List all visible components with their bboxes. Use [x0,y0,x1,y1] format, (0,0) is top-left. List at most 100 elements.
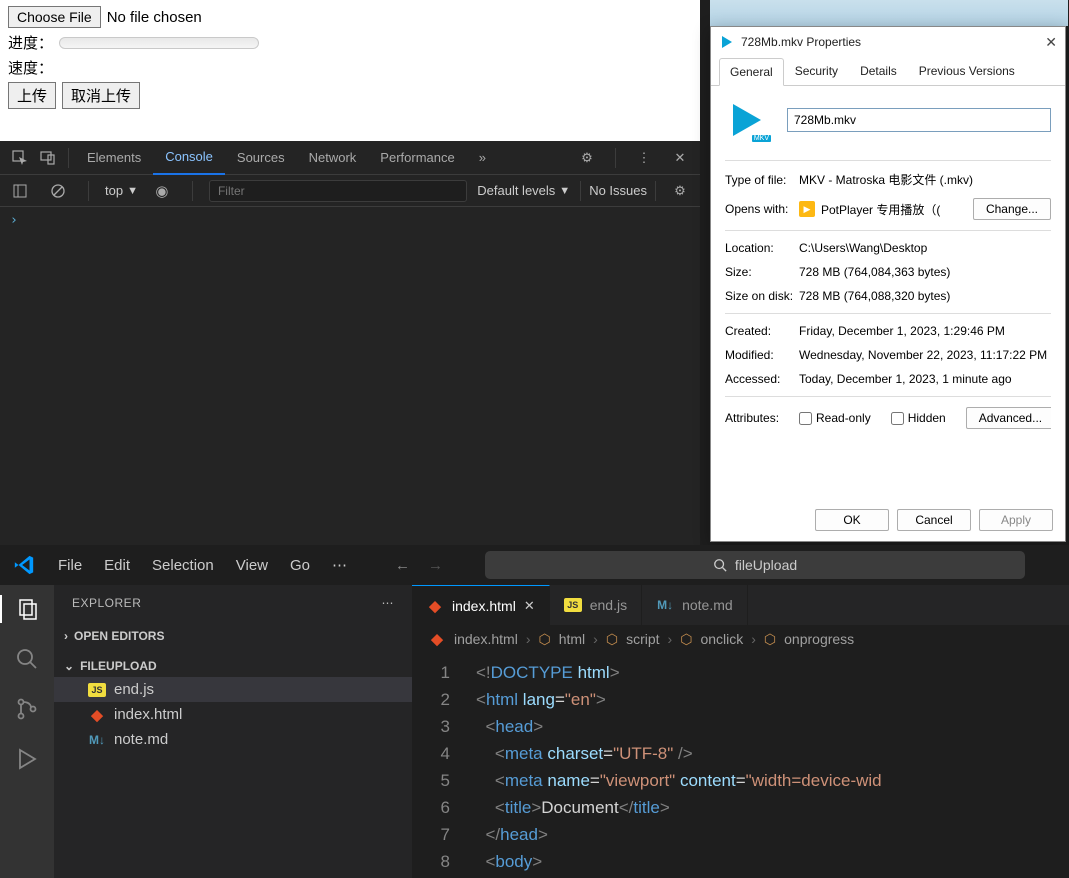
more-icon[interactable]: ⋮ [630,144,658,172]
editor-tab-index[interactable]: ◆index.html✕ [412,585,550,625]
search-text: fileUpload [735,557,797,573]
tab-close-icon[interactable]: ✕ [524,598,535,614]
html-file-icon: ◆ [88,708,106,722]
editor-tab-note[interactable]: M↓note.md [642,585,748,625]
folder-section[interactable]: ⌄FILEUPLOAD [54,655,412,677]
console-settings-icon[interactable]: ⚙ [666,177,694,205]
apply-button[interactable]: Apply [979,509,1053,531]
activity-bar [0,585,54,878]
file-chosen-label: No file chosen [107,9,202,26]
nav-back-icon[interactable]: ← [395,557,410,574]
menu-selection[interactable]: Selection [152,557,214,574]
search-activity-icon[interactable] [13,645,41,673]
large-file-icon: MKV [725,98,769,142]
live-expression-icon[interactable]: ◉ [148,177,176,205]
editor-tab-end[interactable]: JSend.js [550,585,642,625]
readonly-checkbox[interactable]: Read-only [799,411,871,425]
cancel-upload-button[interactable]: 取消上传 [62,82,140,109]
menu-edit[interactable]: Edit [104,557,130,574]
context-selector[interactable]: top▼ [105,183,138,198]
menu-go[interactable]: Go [290,557,310,574]
tab-console[interactable]: Console [153,141,225,175]
dialog-close-icon[interactable]: ✕ [1045,34,1057,51]
open-editors-section[interactable]: ›OPEN EDITORS [54,625,412,647]
type-value: MKV - Matroska 电影文件 (.mkv) [799,171,1051,188]
editor-area: ◆index.html✕ JSend.js M↓note.md ◆index.h… [412,585,1069,878]
dialog-title: 728Mb.mkv Properties [741,35,861,49]
inspect-icon[interactable] [6,144,34,172]
cancel-button[interactable]: Cancel [897,509,971,531]
search-icon [713,558,727,572]
prop-tab-details[interactable]: Details [849,57,908,85]
filename-input[interactable] [787,108,1051,132]
file-index-html[interactable]: ◆index.html [54,702,412,727]
advanced-button[interactable]: Advanced... [966,407,1051,429]
prop-tab-previous[interactable]: Previous Versions [908,57,1026,85]
ok-button[interactable]: OK [815,509,889,531]
hidden-checkbox[interactable]: Hidden [891,411,946,425]
line-gutter: 12345678 [412,653,466,878]
issues-counter[interactable]: No Issues [580,181,656,201]
speed-label: 速度： [8,57,53,78]
close-icon[interactable]: ✕ [666,144,694,172]
tab-network[interactable]: Network [297,141,369,175]
opens-label: Opens with: [725,202,799,216]
created-value: Friday, December 1, 2023, 1:29:46 PM [799,324,1051,338]
modified-label: Modified: [725,348,799,362]
symbol-icon: ⬡ [606,631,618,648]
devtools-panel: Elements Console Sources Network Perform… [0,141,700,545]
tab-performance[interactable]: Performance [368,141,466,175]
vscode-logo-icon [12,553,36,577]
nav-forward-icon[interactable]: → [428,557,443,574]
console-filter-input[interactable] [209,180,467,202]
console-prompt[interactable]: › [0,207,700,234]
tab-elements[interactable]: Elements [75,141,153,175]
size-on-disk-value: 728 MB (764,088,320 bytes) [799,289,1051,303]
potplayer-icon: ▶ [799,201,815,217]
file-end-js[interactable]: JSend.js [54,677,412,702]
opens-value: PotPlayer 专用播放（( [821,201,940,218]
md-file-icon: M↓ [88,733,106,747]
clear-console-icon[interactable] [44,177,72,205]
menu-overflow-icon[interactable]: ⋯ [332,556,347,574]
prop-tab-security[interactable]: Security [784,57,849,85]
file-type-icon [719,34,735,50]
breadcrumb[interactable]: ◆index.html› ⬡html› ⬡script› ⬡onclick› ⬡… [412,625,1069,653]
explorer-more-icon[interactable]: ⋯ [382,596,395,610]
progress-bar [59,37,259,49]
modified-value: Wednesday, November 22, 2023, 11:17:22 P… [799,348,1051,362]
html-file-icon: ◆ [426,599,444,613]
symbol-icon: ⬡ [538,631,550,648]
code-editor[interactable]: 12345678 <!DOCTYPE html> <html lang="en"… [412,653,1069,878]
progress-label: 进度： [8,32,53,53]
log-levels-selector[interactable]: Default levels▼ [477,183,570,198]
run-debug-icon[interactable] [13,745,41,773]
location-label: Location: [725,241,799,255]
accessed-value: Today, December 1, 2023, 1 minute ago [799,372,1051,386]
md-file-icon: M↓ [656,598,674,612]
desktop-background [710,0,1068,26]
menu-view[interactable]: View [236,557,268,574]
explorer-title: EXPLORER [72,596,141,610]
upload-button[interactable]: 上传 [8,82,56,109]
sidebar: EXPLORER ⋯ ›OPEN EDITORS ⌄FILEUPLOAD JSe… [54,585,412,878]
tabs-overflow[interactable]: » [467,141,498,175]
upload-page: Choose File No file chosen 进度： 速度： 上传 取消… [0,0,700,141]
prop-tab-general[interactable]: General [719,58,784,86]
console-sidebar-icon[interactable] [6,177,34,205]
choose-file-button[interactable]: Choose File [8,6,101,28]
settings-icon[interactable]: ⚙ [573,144,601,172]
source-control-icon[interactable] [13,695,41,723]
explorer-icon[interactable] [0,595,54,623]
tab-sources[interactable]: Sources [225,141,297,175]
properties-dialog: 728Mb.mkv Properties ✕ General Security … [710,26,1066,542]
change-app-button[interactable]: Change... [973,198,1051,220]
html-file-icon: ◆ [428,632,446,646]
device-toolbar-icon[interactable] [34,144,62,172]
js-file-icon: JS [88,683,106,697]
file-note-md[interactable]: M↓note.md [54,727,412,752]
location-value: C:\Users\Wang\Desktop [799,241,1051,255]
command-center-search[interactable]: fileUpload [485,551,1025,579]
type-label: Type of file: [725,173,799,187]
menu-file[interactable]: File [58,557,82,574]
